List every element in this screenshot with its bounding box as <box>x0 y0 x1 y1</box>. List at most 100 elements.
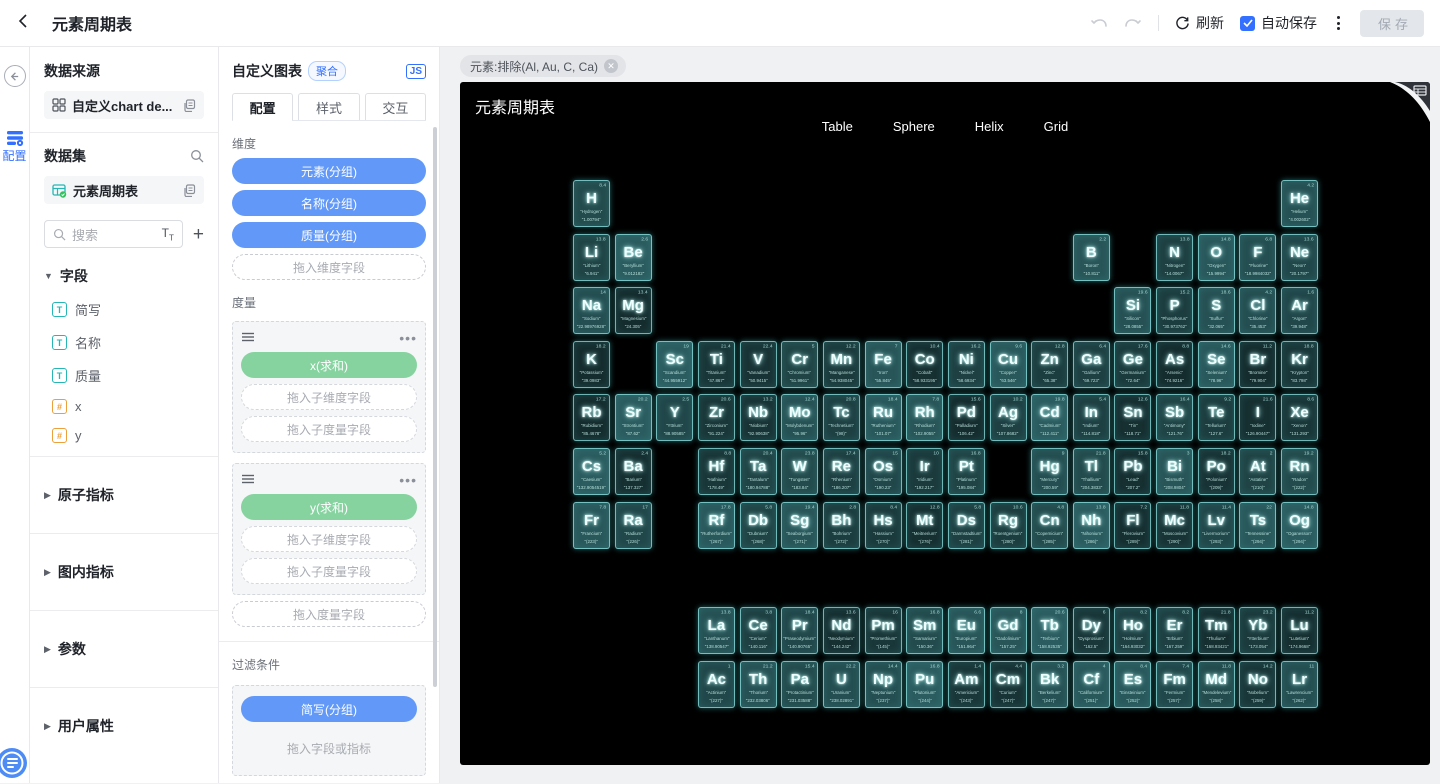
element-cell-Nh[interactable]: 13.8Nh"Nihonium""(286)" <box>1073 502 1110 549</box>
element-cell-Rf[interactable]: 17.8Rf"Rutherfordium""(267)" <box>698 502 735 549</box>
sub-dimension-dropzone[interactable]: 拖入子维度字段 <box>241 384 417 410</box>
element-cell-Zn[interactable]: 12.8Zn"Zinc""65.38" <box>1031 341 1068 388</box>
chart-canvas[interactable]: 元素周期表 TableSphereHelixGrid 8.4H"Hydrogen… <box>460 82 1430 765</box>
save-button[interactable]: 保存 <box>1360 10 1424 37</box>
element-cell-Tm[interactable]: 21.8Tm"Thulium""168.93421" <box>1198 607 1235 654</box>
section-header-原子指标[interactable]: ▶原子指标 <box>44 470 204 520</box>
collapse-panel-icon[interactable] <box>4 65 26 87</box>
remove-filter-icon[interactable]: ✕ <box>604 59 618 73</box>
element-cell-Es[interactable]: 8.4Es"Einsteinium""(252)" <box>1114 661 1151 708</box>
sub-measure-dropzone[interactable]: 拖入子度量字段 <box>241 558 417 584</box>
text-filter-icon[interactable]: TT <box>162 226 174 242</box>
feedback-bubble-icon[interactable] <box>0 747 28 779</box>
autosave-checkbox-checked[interactable] <box>1240 16 1255 31</box>
element-cell-Tb[interactable]: 20.6Tb"Terbium""158.92535" <box>1031 607 1068 654</box>
section-header-图内指标[interactable]: ▶图内指标 <box>44 547 204 597</box>
element-cell-Np[interactable]: 14.4Np"Neptunium""(237)" <box>865 661 902 708</box>
element-cell-Be[interactable]: 2.6Be"Beryllium""9.012182" <box>615 234 652 281</box>
dimension-pill[interactable]: 名称(分组) <box>232 190 426 216</box>
element-cell-Pt[interactable]: 16.8Pt"Platinum""195.084" <box>948 448 985 495</box>
element-cell-Gd[interactable]: 8Gd"Gadolinium""157.25" <box>990 607 1027 654</box>
section-header-参数[interactable]: ▶参数 <box>44 624 204 674</box>
dimension-pill[interactable]: 元素(分组) <box>232 158 426 184</box>
mode-button-grid[interactable]: Grid <box>1044 119 1069 134</box>
filter-chip[interactable]: 元素:排除(Al, Au, C, Ca) ✕ <box>460 55 626 77</box>
element-cell-Nd[interactable]: 13.6Nd"Neodymium""144.242" <box>823 607 860 654</box>
refresh-button[interactable]: 刷新 <box>1175 13 1224 33</box>
element-cell-Lu[interactable]: 11.2Lu"Lutetium""174.9668" <box>1281 607 1318 654</box>
element-cell-Sb[interactable]: 16.4Sb"Antimony""121.76" <box>1156 394 1193 441</box>
element-cell-S[interactable]: 18.6S"Sulfur""32.065" <box>1198 287 1235 334</box>
element-cell-Ta[interactable]: 20.4Ta"Tantalum""180.94788" <box>740 448 777 495</box>
element-cell-Pm[interactable]: 16Pm"Promethium""(145)" <box>865 607 902 654</box>
element-cell-Na[interactable]: 14Na"Sodium""22.98976928" <box>573 287 610 334</box>
element-cell-Hs[interactable]: 8.4Hs"Hassium""(270)" <box>865 502 902 549</box>
element-cell-H[interactable]: 8.4H"Hydrogen""1.00794" <box>573 180 610 227</box>
tab-交互[interactable]: 交互 <box>365 93 426 120</box>
element-cell-N[interactable]: 13.8N"Nitrogen""14.0067" <box>1156 234 1193 281</box>
element-cell-Rh[interactable]: 7.8Rh"Rhodium""102.9055" <box>906 394 943 441</box>
element-cell-Kr[interactable]: 18.8Kr"Krypton""83.798" <box>1281 341 1318 388</box>
element-cell-He[interactable]: 4.2He"Helium""4.002602" <box>1281 180 1318 227</box>
drag-handle-icon[interactable] <box>241 329 255 347</box>
element-cell-Ho[interactable]: 8.2Ho"Holmium""164.93032" <box>1114 607 1151 654</box>
element-cell-Ag[interactable]: 10.2Ag"Silver""107.8682" <box>990 394 1027 441</box>
element-cell-Rn[interactable]: 19.2Rn"Radon""(222)" <box>1281 448 1318 495</box>
element-cell-Ba[interactable]: 2.4Ba"Barium""137.327" <box>615 448 652 495</box>
add-field-button[interactable]: + <box>193 225 204 244</box>
field-item-y[interactable]: #y <box>44 428 204 443</box>
element-cell-Cs[interactable]: 5.2Cs"Caesium""132.9054519" <box>573 448 610 495</box>
element-cell-In[interactable]: 5.4In"Indium""114.818" <box>1073 394 1110 441</box>
page-curl-widget[interactable] <box>1390 82 1430 122</box>
element-cell-I[interactable]: 21.6I"Iodine""126.90447" <box>1239 394 1276 441</box>
more-options-icon[interactable]: ••• <box>399 477 417 483</box>
element-cell-Fr[interactable]: 7.8Fr"Francium""(223)" <box>573 502 610 549</box>
element-cell-Br[interactable]: 11.2Br"Bromine""79.904" <box>1239 341 1276 388</box>
element-cell-Pb[interactable]: 15.8Pb"Lead""207.2" <box>1114 448 1151 495</box>
section-header-用户属性[interactable]: ▶用户属性 <box>44 701 204 751</box>
element-cell-B[interactable]: 2.2B"Boron""10.811" <box>1073 234 1110 281</box>
element-cell-Pr[interactable]: 18.4Pr"Praseodymium""140.90765" <box>781 607 818 654</box>
tab-样式[interactable]: 样式 <box>298 93 359 120</box>
tab-配置[interactable]: 配置 <box>232 93 293 120</box>
element-cell-Ne[interactable]: 13.6Ne"Neon""20.1797" <box>1281 234 1318 281</box>
element-cell-Ga[interactable]: 6.4Ga"Gallium""69.723" <box>1073 341 1110 388</box>
element-cell-Rb[interactable]: 17.2Rb"Rubidium""85.4678" <box>573 394 610 441</box>
field-item-名称[interactable]: T名称 <box>44 333 204 352</box>
element-cell-Ir[interactable]: 10Ir"Iridium""192.217" <box>906 448 943 495</box>
element-cell-Mn[interactable]: 12.2Mn"Manganese""54.938045" <box>823 341 860 388</box>
element-cell-Pa[interactable]: 15.4Pa"Protactinium""231.03588" <box>781 661 818 708</box>
js-editor-badge[interactable]: JS <box>406 64 426 79</box>
element-cell-Er[interactable]: 8.2Er"Erbium""167.259" <box>1156 607 1193 654</box>
element-cell-Os[interactable]: 15Os"Osmium""190.23" <box>865 448 902 495</box>
element-cell-Mg[interactable]: 13.4Mg"Magnesium""24.305" <box>615 287 652 334</box>
element-cell-Cr[interactable]: 5Cr"Chromium""51.9961" <box>781 341 818 388</box>
element-cell-Ti[interactable]: 21.4Ti"Titanium""47.867" <box>698 341 735 388</box>
element-cell-Md[interactable]: 11.8Md"Mendelevium""(258)" <box>1198 661 1235 708</box>
element-cell-Li[interactable]: 13.8Li"Lithium""6.941" <box>573 234 610 281</box>
scrollbar-thumb[interactable] <box>433 127 437 687</box>
element-cell-Tc[interactable]: 20.8Tc"Technetium""(98)" <box>823 394 860 441</box>
measure-dropzone[interactable]: 拖入度量字段 <box>232 601 426 627</box>
field-search-input[interactable]: 搜索 TT <box>44 220 183 248</box>
more-options-icon[interactable]: ••• <box>399 335 417 341</box>
element-cell-Fl[interactable]: 7.2Fl"Flerovium""(289)" <box>1114 502 1151 549</box>
element-cell-Ge[interactable]: 17.6Ge"Germanium""72.64" <box>1114 341 1151 388</box>
element-cell-Cm[interactable]: 4.4Cm"Curium""(247)" <box>990 661 1027 708</box>
element-cell-Ce[interactable]: 3.8Ce"Cerium""140.116" <box>740 607 777 654</box>
element-cell-Ra[interactable]: 17Ra"Radium""(226)" <box>615 502 652 549</box>
datasource-item[interactable]: 自定义chart de... <box>44 91 204 119</box>
element-cell-K[interactable]: 18.2K"Potassium""39.0983" <box>573 341 610 388</box>
element-cell-Cn[interactable]: 4.8Cn"Copernicium""(285)" <box>1031 502 1068 549</box>
element-cell-Eu[interactable]: 6.6Eu"Europium""151.964" <box>948 607 985 654</box>
element-cell-Dy[interactable]: 6Dy"Dysprosium""162.5" <box>1073 607 1110 654</box>
element-cell-Si[interactable]: 19.6Si"Silicon""28.0855" <box>1114 287 1151 334</box>
element-cell-Nb[interactable]: 13.2Nb"Niobium""92.90638" <box>740 394 777 441</box>
element-cell-La[interactable]: 13.8La"Lanthanum""138.90547" <box>698 607 735 654</box>
dataset-search-icon[interactable] <box>190 149 204 163</box>
element-cell-Tl[interactable]: 21.8Tl"Thallium""204.3833" <box>1073 448 1110 495</box>
element-cell-U[interactable]: 22.2U"Uranium""238.02891" <box>823 661 860 708</box>
element-cell-Sm[interactable]: 16.8Sm"Samarium""150.36" <box>906 607 943 654</box>
filter-pill[interactable]: 简写(分组) <box>241 696 417 722</box>
element-cell-Lv[interactable]: 11.4Lv"Livermorium""(293)" <box>1198 502 1235 549</box>
